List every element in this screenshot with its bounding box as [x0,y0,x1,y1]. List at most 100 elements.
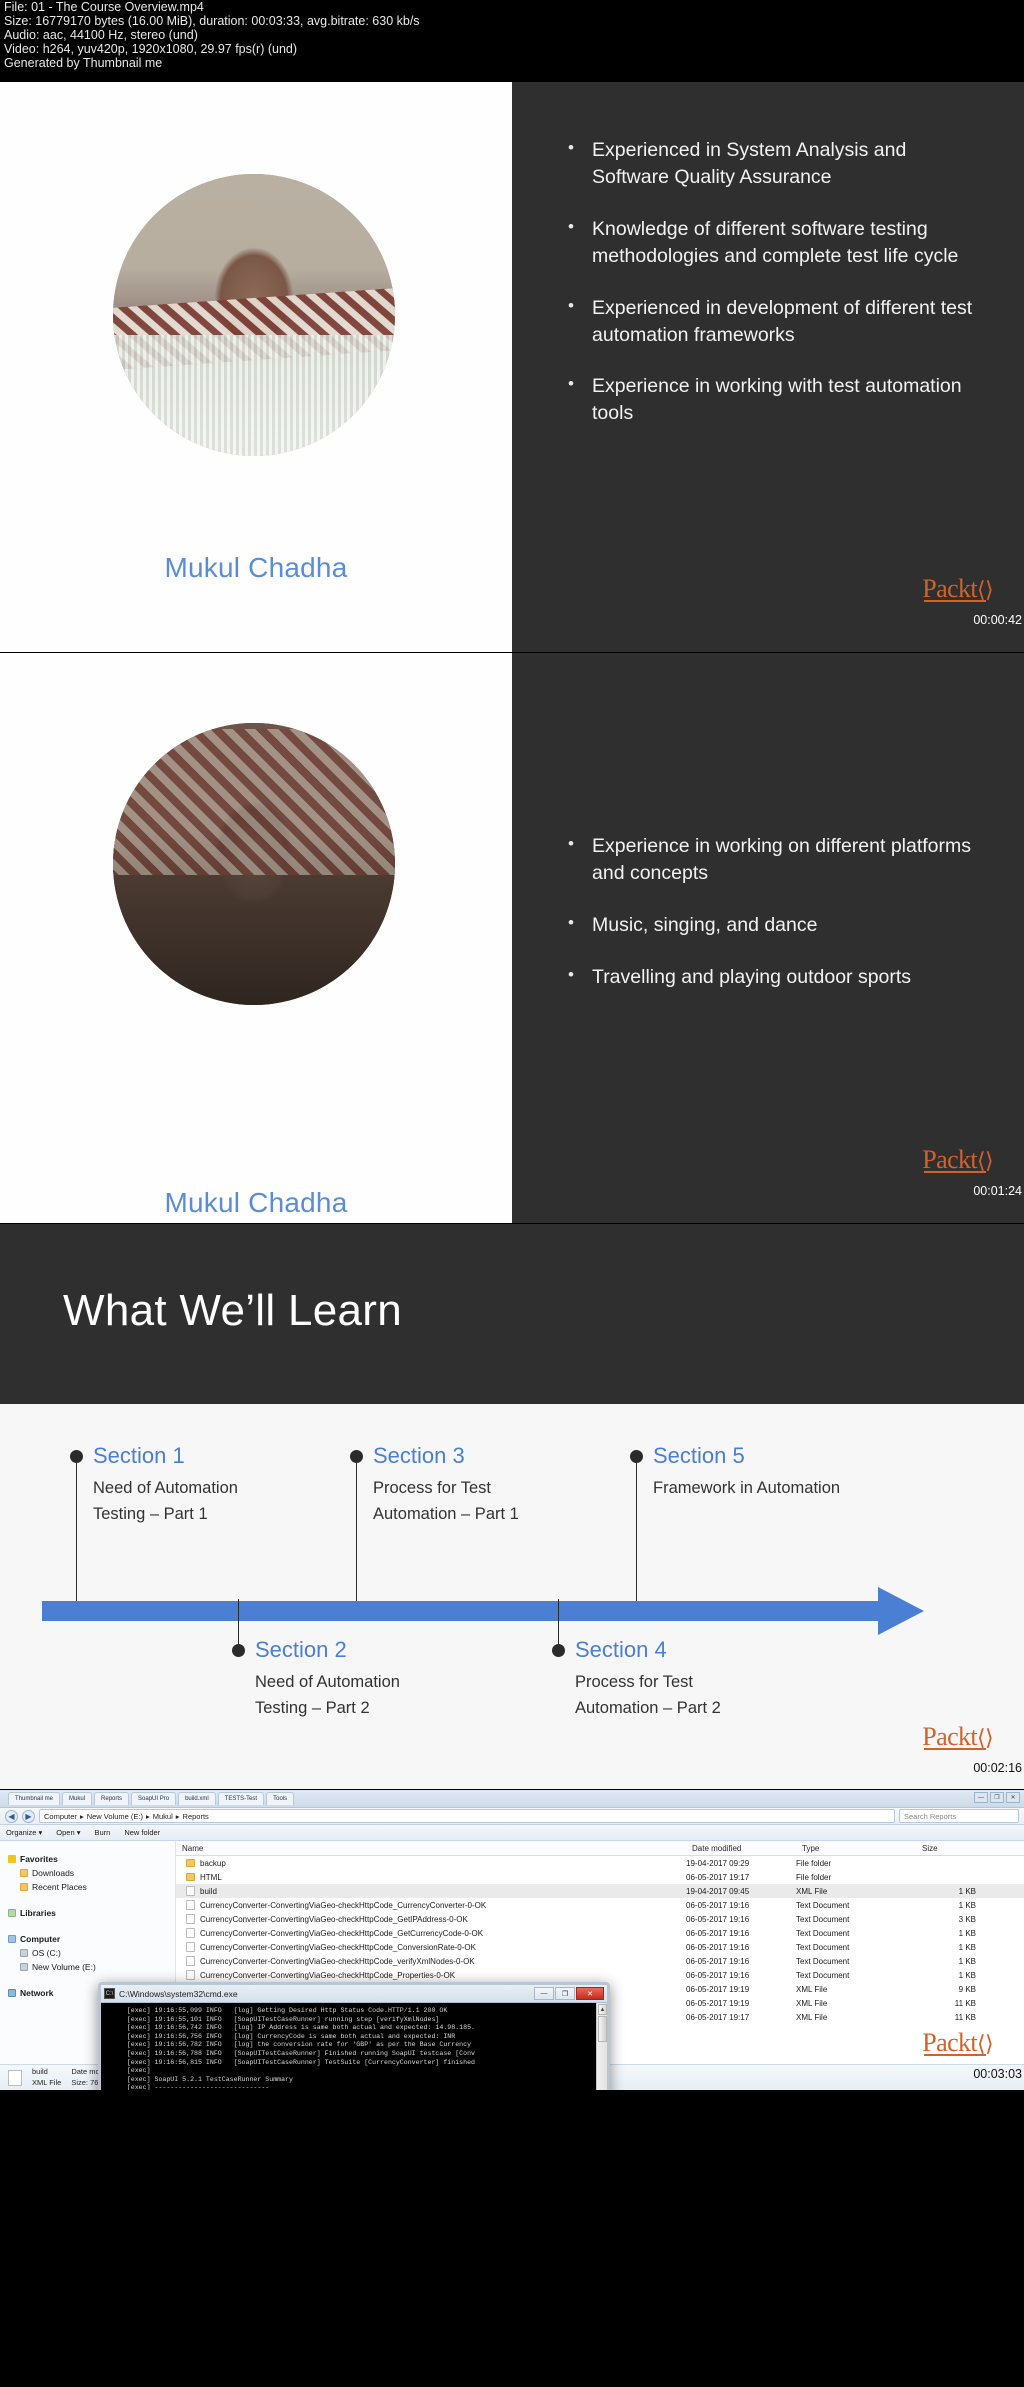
packt-wordmark: Packt [922,1145,978,1174]
tab-item[interactable]: build.xml [178,1792,216,1805]
node-stem [75,1461,78,1611]
sidebar-item-downloads[interactable]: Downloads [8,1868,175,1878]
breadcrumb[interactable]: Computer ▸ New Volume (E:) ▸ Mukul ▸ Report… [39,1809,895,1823]
file-date-cell: 06-05-2017 19:17 [686,2012,750,2022]
tab-item[interactable]: SoapUI Pro [131,1792,177,1805]
sidebar-item-new-volume-e[interactable]: New Volume (E:) [8,1962,175,1972]
breadcrumb-item[interactable]: Computer [44,1812,77,1821]
table-row[interactable]: CurrencyConverter-ConvertingViaGeo-check… [176,1940,1024,1954]
maximize-icon[interactable]: ❐ [555,1987,575,2000]
sidebar-item-computer[interactable]: Computer [8,1934,175,1944]
back-icon[interactable]: ◀ [5,1809,18,1823]
window-controls[interactable]: — ❐ ✕ [534,1987,604,2000]
file-icon [186,1928,195,1938]
minimize-icon[interactable]: — [974,1792,988,1803]
close-icon[interactable]: ✕ [1006,1792,1020,1803]
arrow-shaft [42,1601,887,1621]
tab-item[interactable]: TESTS-Test [217,1792,265,1805]
burn-button[interactable]: Burn [94,1828,110,1837]
list-item: Knowledge of different software testing … [564,215,984,270]
sidebar-item-recent-places[interactable]: Recent Places [8,1882,175,1892]
packt-wordmark: Packt [922,574,978,603]
table-row[interactable]: CurrencyConverter-ConvertingViaGeo-check… [176,1926,1024,1940]
status-title: build [32,2067,48,2077]
folder-icon [186,1859,195,1867]
file-name-cell: CurrencyConverter-ConvertingViaGeo-check… [176,1956,686,1966]
file-size-cell: 9 KB [958,1984,976,1994]
sidebar-item-label: Network [20,1988,54,1998]
list-item: Experience in working with test automati… [564,372,984,427]
table-row[interactable]: HTML 06-05-2017 19:17 File folder [176,1870,1024,1884]
page-title: What We’ll Learn [63,1286,403,1335]
new-folder-button[interactable]: New folder [124,1828,160,1837]
network-icon [8,1989,16,1997]
file-icon [186,1942,195,1952]
roadmap-node-desc: Process for Test Automation – Part 1 [373,1476,519,1527]
file-icon [186,1900,195,1910]
sidebar-item-os-c[interactable]: OS (C:) [8,1948,175,1958]
file-date-cell: 06-05-2017 19:16 [686,1956,750,1966]
desc-line-2: Testing – Part 2 [255,1698,370,1717]
open-button[interactable]: Open ▾ [56,1828,80,1837]
file-icon [186,1914,195,1924]
cmd-window-title: C:\Windows\system32\cmd.exe [119,1988,238,1999]
sidebar-item-libraries[interactable]: Libraries [8,1908,175,1918]
table-row[interactable]: CurrencyConverter-ConvertingViaGeo-check… [176,1968,1024,1982]
file-info-line-video: Video: h264, yuv420p, 1920x1080, 29.97 f… [4,41,298,56]
tab-item[interactable]: Tools [266,1792,295,1805]
desc-line-1: Need of Automation [93,1479,238,1497]
file-icon [186,1956,195,1966]
breadcrumb-item[interactable]: Reports [183,1812,209,1821]
desc-line-1: Process for Test [575,1673,693,1691]
column-header-size[interactable]: Size [916,1844,976,1853]
packt-underline [924,1171,986,1173]
table-row[interactable]: CurrencyConverter-ConvertingViaGeo-check… [176,1912,1024,1926]
search-input[interactable]: Search Reports [899,1809,1019,1823]
organize-button[interactable]: Organize ▾ [6,1828,42,1837]
close-icon[interactable]: ✕ [576,1987,604,2000]
cmd-window[interactable]: C:\ C:\Windows\system32\cmd.exe — ❐ ✕ [e… [98,1982,610,2090]
file-icon [8,2069,22,2086]
breadcrumb-item[interactable]: New Volume (E:) [87,1812,143,1821]
minimize-icon[interactable]: — [534,1987,554,2000]
timestamp: 00:00:42 [973,613,1022,627]
cmd-scrollbar[interactable]: ▲ ▼ [596,2003,607,2090]
table-row[interactable]: build 19-04-2017 09:45 XML File 1 KB [176,1884,1024,1898]
tab-item[interactable]: Reports [94,1792,130,1805]
file-type-cell: XML File [796,1886,828,1896]
scroll-up-icon[interactable]: ▲ [598,2004,607,2015]
roadmap-node-desc: Framework in Automation [653,1476,840,1502]
file-size-cell: 1 KB [958,1900,976,1910]
list-item: Experience in working on different platf… [564,832,984,887]
timeline-arrow [42,1587,942,1635]
column-header-date[interactable]: Date modified [686,1844,796,1853]
scrollbar-thumb[interactable] [598,2016,607,2042]
file-name-cell: CurrencyConverter-ConvertingViaGeo-check… [176,1900,686,1910]
cmd-title-bar[interactable]: C:\ C:\Windows\system32\cmd.exe — ❐ ✕ [101,1985,607,2003]
presenter-name: Mukul Chadha [164,1187,348,1218]
maximize-icon[interactable]: ❐ [990,1792,1004,1803]
table-row[interactable]: backup 19-04-2017 09:29 File folder [176,1856,1024,1870]
tab-item[interactable]: Mukul [62,1792,93,1805]
table-row[interactable]: CurrencyConverter-ConvertingViaGeo-check… [176,1898,1024,1912]
breadcrumb-item[interactable]: Mukul [153,1812,173,1821]
file-type-cell: Text Document [796,1942,850,1952]
node-stem [557,1599,560,1647]
slide-roadmap: Section 1 Need of Automation Testing – P… [0,1404,1024,1789]
file-name-cell: CurrencyConverter-ConvertingViaGeo-check… [176,1942,686,1952]
tab-list: Thumbnail me Mukul Reports SoapUI Pro bu… [8,1792,295,1805]
desc-line-2: Automation – Part 1 [373,1504,519,1523]
file-size-cell: 11 KB [954,2012,976,2022]
forward-icon[interactable]: ▶ [22,1809,35,1823]
arrow-head-icon [878,1587,924,1635]
window-controls[interactable]: — ❐ ✕ [974,1792,1020,1803]
sidebar-item-favorites[interactable]: Favorites [8,1854,175,1864]
packt-logo: Packt⟨⟩ [922,574,993,604]
column-header-name[interactable]: Name [176,1844,686,1853]
file-size-cell: 1 KB [958,1886,976,1896]
column-header-type[interactable]: Type [796,1844,916,1853]
desc-line-2: Testing – Part 1 [93,1504,208,1523]
disk-icon [20,1963,28,1971]
tab-item[interactable]: Thumbnail me [8,1792,61,1805]
table-row[interactable]: CurrencyConverter-ConvertingViaGeo-check… [176,1954,1024,1968]
